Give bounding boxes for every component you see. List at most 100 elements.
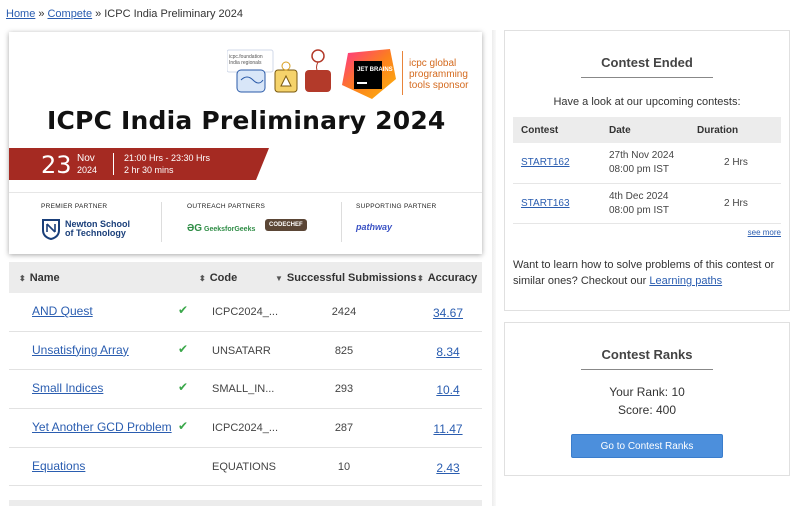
- your-rank: Your Rank: 10: [609, 385, 685, 399]
- contest-link[interactable]: START163: [521, 198, 570, 209]
- contest-ranks-title: Contest Ranks: [601, 347, 693, 362]
- icpc-foundation-text: icpc.foundation India regionals: [229, 54, 273, 66]
- premier-partner-label: PREMIER PARTNER: [41, 203, 108, 210]
- subs-column-header[interactable]: ▼ Successful Submissions: [275, 272, 417, 284]
- problems-table-header: ⬍ Name ⬍ Code ▼ Successful Submissions ⬍ Acc…: [9, 262, 482, 293]
- breadcrumb: Home» Compete» ICPC India Preliminary 2024: [6, 8, 243, 20]
- partners-separator: [161, 202, 162, 242]
- contest-ended-card: Contest Ended Have a look at our upcomin…: [504, 30, 790, 311]
- problem-name-link[interactable]: Unsatisfying Array: [32, 343, 129, 357]
- successful-submissions: 287: [334, 422, 354, 435]
- contest-link[interactable]: START162: [521, 157, 570, 168]
- date-column-header: Date: [609, 125, 631, 136]
- contest-banner: icpc.foundation India regionals JET BRAI…: [9, 32, 482, 254]
- partners-separator: [341, 202, 342, 242]
- solved-check-icon: ✔: [178, 419, 189, 434]
- successful-submissions: 825: [334, 344, 354, 357]
- problem-row: AND Quest ✔ ICPC2024_... 2424 34.67: [9, 293, 482, 332]
- upcoming-table-header: Contest Date Duration: [513, 117, 781, 143]
- contest-date: 27th Nov 2024: [609, 150, 675, 161]
- contest-date: 4th Dec 2024: [609, 190, 669, 202]
- contest-duration: 2 Hrs: [724, 197, 748, 209]
- successful-submissions: 293: [334, 383, 354, 396]
- outreach-partners-label: OUTREACH PARTNERS: [187, 203, 266, 210]
- breadcrumb-home-link[interactable]: Home: [6, 8, 35, 20]
- problem-name-link[interactable]: Equations: [32, 459, 85, 473]
- sponsor-line-1: icpc global: [409, 58, 457, 69]
- accuracy-column-header[interactable]: ⬍ Accuracy: [417, 272, 477, 284]
- sponsor-line-2: programming: [409, 69, 468, 80]
- problems-table: ⬍ Name ⬍ Code ▼ Successful Submissions ⬍ Acc…: [9, 262, 482, 487]
- sponsor-text: icpc global programming tools sponsor: [409, 58, 468, 91]
- ribbon-divider: [113, 153, 114, 175]
- sort-icon: ⬍: [417, 274, 424, 283]
- newton-line-2: of Technology: [65, 228, 126, 238]
- problem-row: Yet Another GCD Problem ✔ ICPC2024_... 2…: [9, 409, 482, 448]
- icpc-regionals-logo: icpc.foundation India regionals: [226, 46, 337, 115]
- code-header-label: Code: [209, 272, 238, 284]
- sponsor-divider: [402, 51, 403, 95]
- breadcrumb-compete-link[interactable]: Compete: [47, 8, 92, 20]
- subs-header-label: Successful Submissions: [286, 272, 417, 284]
- contest-time: 21:00 Hrs - 23:30 Hrs: [124, 153, 211, 163]
- successful-submissions: 2424: [331, 306, 357, 318]
- accuracy-link[interactable]: 34.67: [425, 306, 471, 320]
- learn-text: Want to learn how to solve problems of t…: [513, 259, 775, 287]
- solved-check-icon: ✔: [178, 380, 189, 395]
- jetbrains-logo-icon: JET BRAINS: [342, 49, 396, 99]
- date-day: 23: [41, 151, 72, 179]
- date-month: Nov: [77, 153, 95, 164]
- pathway-logo: pathway: [356, 222, 393, 232]
- upcoming-contest-row: START163 4th Dec 2024 08:00 pm IST 2 Hrs: [513, 184, 781, 224]
- geeksforgeeks-logo: ƏG GeeksforGeeks: [187, 223, 255, 234]
- problem-name-link[interactable]: Small Indices: [32, 381, 103, 395]
- supporting-partner-label: SUPPORTING PARTNER: [356, 203, 437, 210]
- gfg-text: GeeksforGeeks: [204, 226, 256, 233]
- newton-school-name: Newton School of Technology: [65, 220, 130, 238]
- contest-ranks-card: Contest Ranks Your Rank: 10 Score: 400 G…: [504, 322, 790, 476]
- successful-submissions: 10: [337, 460, 351, 473]
- date-year: 2024: [77, 165, 98, 175]
- problem-row: Small Indices ✔ SMALL_IN... 293 10.4: [9, 370, 482, 410]
- solved-check-icon: ✔: [178, 303, 189, 317]
- contest-start-time: 08:00 pm IST: [609, 164, 670, 175]
- accuracy-link[interactable]: 10.4: [425, 383, 471, 397]
- learning-paths-link[interactable]: Learning paths: [649, 275, 722, 287]
- date-ribbon: 23 Nov 2024 21:00 Hrs - 23:30 Hrs 2 hr 3…: [9, 148, 269, 180]
- breadcrumb-separator: »: [38, 8, 45, 20]
- banner-title: ICPC India Preliminary 2024: [47, 106, 446, 135]
- solved-check-icon: ✔: [178, 341, 189, 356]
- see-more-link[interactable]: see more: [505, 228, 781, 237]
- accuracy-link[interactable]: 11.47: [425, 422, 471, 436]
- sponsor-line-3: tools sponsor: [409, 80, 469, 91]
- newton-school-logo: Newton School of Technology: [41, 218, 130, 245]
- codechef-logo: CODECHEF: [265, 219, 307, 231]
- upcoming-contest-row: START162 27th Nov 2024 08:00 pm IST 2 Hr…: [513, 143, 781, 184]
- problem-name-link[interactable]: AND Quest: [32, 304, 93, 318]
- problem-code: ICPC2024_...: [212, 306, 279, 318]
- duration-column-header: Duration: [697, 125, 739, 136]
- name-column-header[interactable]: ⬍ Name: [19, 272, 60, 284]
- breadcrumb-separator: »: [95, 8, 102, 20]
- column-divider: [492, 30, 496, 506]
- breadcrumb-current: ICPC India Preliminary 2024: [104, 8, 244, 20]
- icpc-regionals-label: India regionals: [229, 60, 262, 66]
- upcoming-contests-table: Contest Date Duration START162 27th Nov …: [513, 117, 781, 224]
- contest-duration: 2 hr 30 mins: [124, 165, 174, 175]
- learning-paths-note: Want to learn how to solve problems of t…: [513, 257, 781, 289]
- title-underline: [581, 369, 713, 370]
- accuracy-link[interactable]: 2.43: [425, 461, 471, 475]
- your-score: Score: 400: [617, 403, 677, 417]
- accuracy-link[interactable]: 8.34: [425, 345, 471, 359]
- problem-name-link[interactable]: Yet Another GCD Problem: [32, 420, 172, 434]
- title-underline: [581, 77, 713, 78]
- gfg-icon: ƏG: [187, 223, 203, 234]
- problem-code: UNSATARR: [212, 344, 271, 357]
- code-column-header[interactable]: ⬍ Code: [199, 272, 237, 284]
- go-to-contest-ranks-button[interactable]: Go to Contest Ranks: [571, 434, 723, 458]
- jetbrains-logo-text: JET BRAINS: [357, 67, 393, 73]
- contest-ended-title: Contest Ended: [601, 55, 693, 70]
- problem-code: SMALL_IN...: [212, 383, 275, 396]
- name-header-label: Name: [29, 272, 60, 284]
- partners-divider: [9, 192, 482, 193]
